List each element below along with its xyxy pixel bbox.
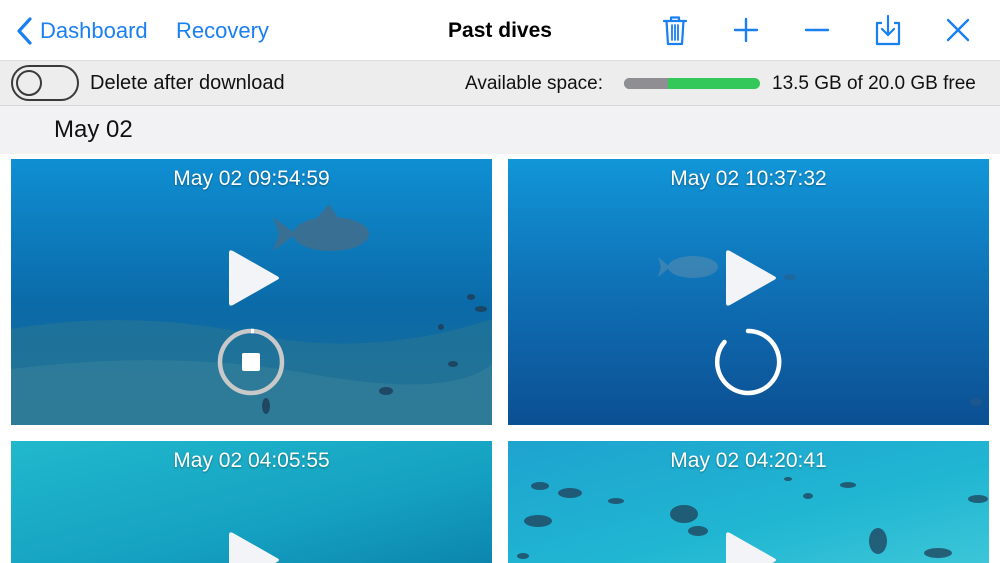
section-date: May 02 [54, 116, 133, 143]
recovery-button[interactable]: Recovery [176, 14, 269, 48]
play-button[interactable] [225, 248, 285, 308]
dive-tile[interactable]: May 02 09:54:59 [11, 159, 492, 425]
dive-tile[interactable]: May 02 04:05:55 [11, 441, 492, 563]
play-button[interactable] [225, 530, 285, 563]
back-button[interactable]: Dashboard [14, 14, 148, 48]
storage-free-text: 13.5 GB of 20.0 GB free [772, 73, 976, 94]
minus-icon [804, 28, 830, 32]
stop-icon [242, 353, 260, 371]
close-button[interactable] [940, 12, 976, 48]
dive-time: May 02 04:05:55 [173, 449, 330, 472]
close-icon [946, 18, 970, 42]
play-button[interactable] [722, 530, 782, 563]
plus-icon [733, 17, 759, 43]
available-space-label: Available space: [465, 73, 604, 94]
section-header: May 02 [0, 106, 1000, 154]
delete-after-download-label: Delete after download [90, 72, 285, 94]
dive-time: May 02 09:54:59 [173, 167, 330, 190]
toggle-knob [16, 70, 42, 96]
dive-tile[interactable]: May 02 04:20:41 [508, 441, 989, 563]
download-icon [875, 14, 901, 46]
options-bar: Delete after download Available space: 1… [0, 61, 1000, 106]
play-button[interactable] [722, 248, 782, 308]
trash-icon [662, 16, 688, 46]
dive-tile[interactable]: May 02 10:37:32 [508, 159, 989, 425]
dive-time: May 02 04:20:41 [670, 449, 827, 472]
stop-download-button[interactable] [216, 327, 286, 397]
download-button[interactable] [870, 12, 906, 48]
back-button-label: Dashboard [40, 18, 148, 43]
storage-bar-used [624, 78, 669, 89]
dive-time: May 02 10:37:32 [670, 167, 827, 190]
delete-after-download-toggle[interactable] [11, 65, 79, 101]
loading-spinner [714, 328, 782, 396]
nav-bar: Dashboard Recovery Past dives [0, 0, 1000, 61]
delete-button[interactable] [657, 12, 693, 48]
remove-button[interactable] [799, 12, 835, 48]
chevron-left-icon [17, 17, 32, 45]
page-title: Past dives [448, 19, 552, 42]
storage-bar [624, 78, 760, 89]
add-button[interactable] [728, 12, 764, 48]
